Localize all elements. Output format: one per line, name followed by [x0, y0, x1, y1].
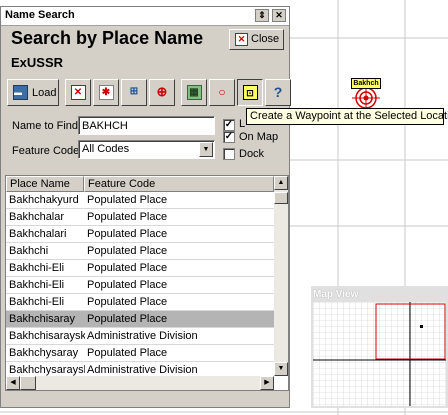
feature-code-select[interactable]: All Codes ▼ [78, 140, 215, 159]
table-row[interactable]: Bakhchi Populated Place [6, 243, 274, 260]
load-button[interactable]: ▬ Load [7, 79, 59, 106]
on-map-checkbox[interactable]: ✓ [223, 131, 235, 143]
feature-code-value: All Codes [82, 143, 130, 155]
place-name-cell: Bakhchalari [9, 228, 67, 240]
feature-code-label: Feature Code [12, 145, 80, 157]
close-button[interactable]: ✕ Close [229, 29, 284, 50]
close-icon: ✕ [235, 33, 248, 46]
document-star-button[interactable]: ✱ [93, 79, 119, 106]
network-button[interactable]: ⊞ [121, 79, 147, 106]
name-to-find-label: Name to Find [12, 120, 79, 132]
load-button-label: Load [32, 87, 57, 99]
window-title: Name Search [5, 9, 75, 21]
feature-code-cell: Populated Place [87, 279, 168, 291]
place-name-cell: Bakhchysaray [9, 347, 79, 359]
place-name-cell: Bakhchi-Eli [9, 279, 65, 291]
name-search-window: Name Search ⇕ ✕ Search by Place Name ✕ Cl… [0, 6, 291, 408]
feature-code-cell: Populated Place [87, 347, 168, 359]
title-bar[interactable]: Name Search ⇕ ✕ [1, 7, 289, 26]
circle-button[interactable]: ○ [209, 79, 235, 106]
close-window-button[interactable]: ✕ [272, 9, 286, 22]
map-view-panel[interactable]: Map View [311, 286, 448, 408]
table-row[interactable]: Bakhchisaraysk Administrative Division [6, 328, 274, 345]
page-title: Search by Place Name [11, 28, 204, 48]
results-table[interactable]: Place Name Feature Code Bakhchakyurd Popu… [5, 175, 289, 391]
on-map-label: On Map [239, 131, 279, 143]
place-name-cell: Bakhchi [9, 245, 49, 257]
table-row[interactable]: Bakhchi-Eli Populated Place [6, 260, 274, 277]
delete-document-button[interactable]: ✕ [65, 79, 91, 106]
dock-checkbox[interactable] [223, 148, 235, 160]
place-name-cell: Bakhchisaray [9, 313, 76, 325]
create-waypoint-button[interactable]: ⊡ [237, 79, 263, 106]
table-row[interactable]: Bakhchi-Eli Populated Place [6, 294, 274, 311]
table-row[interactable]: Bakhchalar Populated Place [6, 209, 274, 226]
feature-code-cell: Administrative Division [87, 330, 198, 342]
vertical-scrollbar[interactable]: ▲ ▼ [274, 176, 288, 376]
feature-code-cell: Populated Place [87, 228, 168, 240]
document-star-icon: ✱ [98, 85, 114, 100]
dock-label: Dock [239, 148, 265, 160]
database-name: ExUSSR [11, 55, 64, 70]
circle-icon: ○ [218, 85, 226, 99]
feature-code-cell: Administrative Division [87, 364, 198, 376]
place-name-cell: Bakhchalar [9, 211, 65, 223]
feature-code-cell: Populated Place [87, 296, 168, 308]
scroll-thumb[interactable] [274, 192, 288, 204]
target-icon: ⊕ [156, 84, 168, 99]
close-button-label: Close [251, 33, 280, 45]
table-row[interactable]: Bakhchalari Populated Place [6, 226, 274, 243]
resize-button[interactable]: ⇕ [255, 9, 269, 22]
column-header-place-name[interactable]: Place Name [6, 176, 84, 192]
feature-code-cell: Populated Place [87, 194, 168, 206]
place-name-cell: Bakhchysaraysk [9, 364, 85, 376]
table-row[interactable]: Bakhchisaray Populated Place [6, 311, 274, 328]
waypoint-icon: ⊡ [242, 85, 258, 100]
map-view-title: Map View [313, 289, 359, 300]
scroll-right-icon[interactable]: ▶ [260, 376, 274, 390]
target-button[interactable]: ⊕ [149, 79, 175, 106]
horizontal-scroll-thumb[interactable] [20, 376, 36, 390]
map-view-grid[interactable] [313, 302, 446, 406]
load-icon: ▬ [13, 85, 28, 100]
scroll-up-icon[interactable]: ▲ [274, 176, 288, 190]
help-icon: ? [273, 84, 283, 100]
feature-code-cell: Populated Place [87, 262, 168, 274]
feature-code-cell: Populated Place [87, 245, 168, 257]
feature-code-cell: Populated Place [87, 313, 168, 325]
scroll-down-icon[interactable]: ▼ [274, 362, 288, 376]
name-to-find-input[interactable] [78, 116, 215, 135]
scroll-left-icon[interactable]: ◀ [6, 376, 20, 390]
table-row[interactable]: Bakhchysaray Populated Place [6, 345, 274, 362]
marker-label: Bakhch [351, 78, 381, 89]
chevron-down-icon[interactable]: ▼ [199, 142, 213, 157]
place-name-cell: Bakhchi-Eli [9, 296, 65, 308]
map-button[interactable]: ▦ [181, 79, 207, 106]
map-icon: ▦ [186, 85, 202, 100]
network-icon: ⊞ [129, 86, 139, 97]
l-checkbox[interactable]: ✓ [223, 119, 235, 131]
place-name-cell: Bakhchi-Eli [9, 262, 65, 274]
delete-document-icon: ✕ [70, 85, 86, 100]
place-name-cell: Bakhchakyurd [9, 194, 79, 206]
column-header-feature-code[interactable]: Feature Code [84, 176, 274, 192]
place-name-cell: Bakhchisaraysk [9, 330, 85, 342]
help-button[interactable]: ? [265, 79, 291, 106]
horizontal-scrollbar[interactable]: ◀ ▶ [6, 376, 274, 390]
feature-code-cell: Populated Place [87, 211, 168, 223]
table-row[interactable]: Bakhchi-Eli Populated Place [6, 277, 274, 294]
tooltip: Create a Waypoint at the Selected Locati… [246, 108, 448, 125]
table-row[interactable]: Bakhchakyurd Populated Place [6, 192, 274, 209]
l-checkbox-label: L [239, 118, 246, 130]
